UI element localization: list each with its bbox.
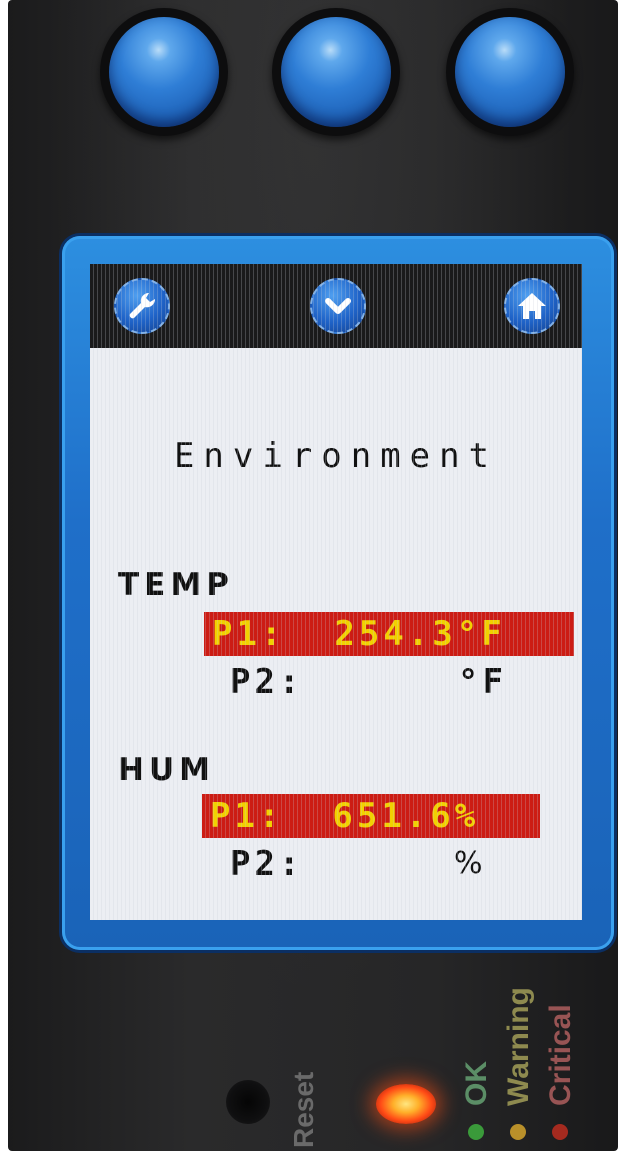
screen-nav-bar bbox=[90, 264, 582, 348]
reset-button[interactable] bbox=[226, 1080, 270, 1124]
hum-p1-reading: P1: 651.6% bbox=[202, 794, 540, 838]
temp-p1-value: 254.3°F bbox=[334, 614, 506, 654]
lcd-screen: Environment TEMP P1: 254.3°F P2: °F HUM … bbox=[90, 264, 582, 920]
hum-p2-unit: % bbox=[454, 846, 483, 881]
chevron-down-icon[interactable] bbox=[310, 278, 366, 334]
device-panel: Environment TEMP P1: 254.3°F P2: °F HUM … bbox=[8, 0, 618, 1151]
critical-led bbox=[552, 1124, 568, 1140]
wrench-icon[interactable] bbox=[114, 278, 170, 334]
button-cap bbox=[109, 17, 219, 127]
home-icon[interactable] bbox=[504, 278, 560, 334]
warning-label: Warning bbox=[502, 987, 535, 1106]
screen-bezel: Environment TEMP P1: 254.3°F P2: °F HUM … bbox=[62, 236, 614, 950]
ok-label: OK bbox=[460, 1061, 493, 1106]
hum-p1-value: 651.6% bbox=[332, 796, 480, 836]
temp-p1-label: P1: bbox=[212, 614, 286, 654]
button-cap bbox=[281, 17, 391, 127]
temp-section-label: TEMP bbox=[118, 567, 234, 603]
critical-label: Critical bbox=[544, 1004, 577, 1106]
warning-led bbox=[510, 1124, 526, 1140]
hum-section-label: HUM bbox=[118, 752, 215, 788]
ok-led bbox=[468, 1124, 484, 1140]
hum-p2-label: P2: bbox=[230, 844, 304, 884]
hum-p1-label: P1: bbox=[210, 796, 284, 836]
hardware-button-center[interactable] bbox=[272, 8, 400, 136]
fault-led bbox=[376, 1084, 436, 1124]
temp-p1-reading: P1: 254.3°F bbox=[204, 612, 574, 656]
button-cap bbox=[455, 17, 565, 127]
hardware-button-left[interactable] bbox=[100, 8, 228, 136]
hardware-button-right[interactable] bbox=[446, 8, 574, 136]
page-title: Environment bbox=[173, 436, 499, 476]
reset-label: Reset bbox=[288, 1071, 319, 1148]
temp-p2-label: P2: bbox=[230, 662, 304, 702]
temp-p2-unit: °F bbox=[458, 662, 507, 702]
